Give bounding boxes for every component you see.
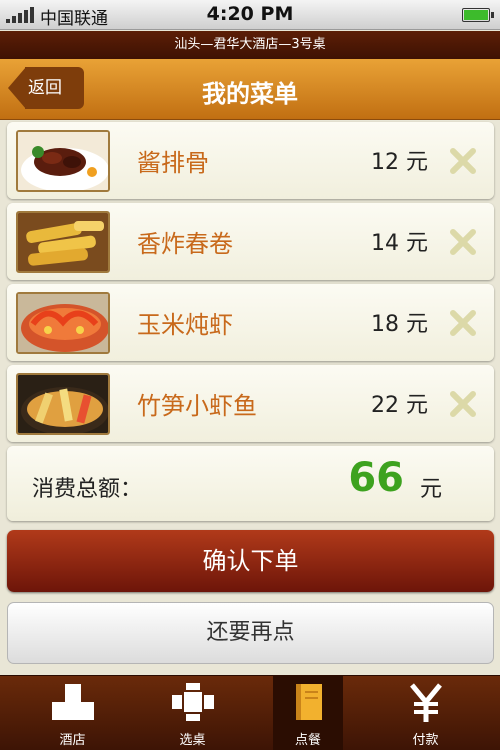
dish-photo <box>16 211 110 273</box>
table-icon <box>171 683 214 721</box>
status-time: 4:20 PM <box>206 3 294 25</box>
tab-label: 酒店 <box>59 733 86 748</box>
dish-row: 酱排骨 12 元 <box>7 122 494 199</box>
tab-label: 付款 <box>412 733 439 748</box>
page-title: 我的菜单 <box>202 80 298 108</box>
delete-icon[interactable] <box>448 308 478 338</box>
dish-row: 香炸春卷 14 元 <box>7 203 494 280</box>
tab-payment[interactable]: 付款 <box>363 676 488 750</box>
tab-bar: 酒店 选桌 点餐 付款 <box>0 675 500 750</box>
delete-icon[interactable] <box>448 227 478 257</box>
delete-icon[interactable] <box>448 146 478 176</box>
dish-price: 22 元 <box>371 393 428 418</box>
total-row: 消费总额： 66 元 <box>7 446 494 521</box>
dish-photo <box>16 373 110 435</box>
total-label: 消费总额： <box>32 477 143 502</box>
dish-row: 玉米炖虾 18 元 <box>7 284 494 361</box>
dish-row: 竹笋小虾鱼 22 元 <box>7 365 494 442</box>
status-bar: 中国联通 4:20 PM <box>0 0 500 30</box>
battery-icon <box>462 8 494 22</box>
tab-select-table[interactable]: 选桌 <box>130 676 255 750</box>
dish-photo <box>16 292 110 354</box>
tab-order-food[interactable]: 点餐 <box>273 676 343 750</box>
order-more-button[interactable]: 还要再点 <box>7 602 494 664</box>
yuan-icon <box>409 683 442 722</box>
tab-label: 选桌 <box>179 733 206 748</box>
tab-hotel[interactable]: 酒店 <box>10 676 135 750</box>
delete-icon[interactable] <box>448 389 478 419</box>
menu-book-icon <box>296 684 322 720</box>
dish-photo <box>16 130 110 192</box>
tab-label: 点餐 <box>294 733 321 748</box>
nav-bar: 返回 我的菜单 <box>0 59 500 120</box>
dish-name: 玉米炖虾 <box>137 311 233 339</box>
dish-price: 18 元 <box>371 312 428 337</box>
dish-name: 酱排骨 <box>137 149 209 177</box>
hotel-icon <box>51 684 94 720</box>
dish-price: 14 元 <box>371 231 428 256</box>
confirm-order-button[interactable]: 确认下单 <box>7 530 494 592</box>
location-bar: 汕头—君华大酒店—3号桌 <box>0 31 500 59</box>
order-list: 酱排骨 12 元 香炸春卷 14 元 玉米炖虾 18 元 竹笋小虾鱼 22 元 … <box>7 122 494 521</box>
total-unit: 元 <box>419 477 442 502</box>
dish-price: 12 元 <box>371 150 428 175</box>
dish-name: 竹笋小虾鱼 <box>137 392 257 420</box>
total-amount: 66 <box>348 455 404 501</box>
dish-name: 香炸春卷 <box>137 230 233 258</box>
